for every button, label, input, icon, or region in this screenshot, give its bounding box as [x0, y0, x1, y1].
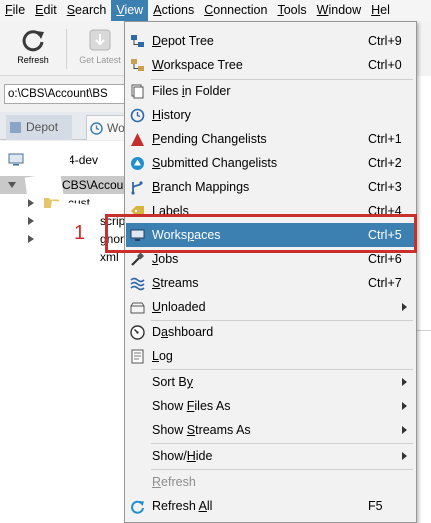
branch-mappings-icon — [131, 181, 143, 195]
step-number-label: 1 — [74, 222, 86, 244]
collapse-arrow-icon[interactable] — [28, 199, 34, 207]
expand-arrow-icon[interactable] — [8, 182, 16, 188]
annotation-highlight-box — [105, 214, 417, 253]
redaction — [44, 147, 70, 171]
menu-item-branch-mappings[interactable]: Branch Mappings Ctrl+3 — [126, 175, 415, 199]
submenu-arrow-icon — [402, 452, 407, 460]
workspace-tab-icon — [90, 122, 103, 135]
menu-actions[interactable]: Actions — [148, 0, 199, 21]
menu-tools[interactable]: Tools — [272, 0, 311, 21]
toolbar-separator — [66, 29, 67, 69]
refresh-all-icon — [131, 500, 144, 514]
depot-tree-icon — [131, 35, 144, 47]
collapse-arrow-icon[interactable] — [28, 235, 34, 243]
submenu-arrow-icon — [402, 378, 407, 386]
submitted-changelists-icon — [131, 157, 144, 170]
menu-item-submitted-changelists[interactable]: Submitted Changelists Ctrl+2 — [126, 151, 415, 175]
menu-window[interactable]: Window — [312, 0, 366, 21]
menu-item-workspace-tree[interactable]: Workspace Tree Ctrl+0 — [126, 53, 415, 77]
menu-item-streams[interactable]: Streams Ctrl+7 — [126, 271, 415, 295]
menu-item-show-files-as[interactable]: Show Files As — [126, 394, 415, 418]
depot-tab-icon — [10, 122, 21, 133]
tree-tabs: Depot Wo — [0, 112, 130, 140]
menu-file[interactable]: File — [0, 0, 30, 21]
menu-item-depot-tree[interactable]: Depot Tree Ctrl+9 — [126, 29, 415, 53]
collapse-arrow-icon[interactable] — [28, 217, 34, 225]
workspace-icon — [8, 153, 24, 166]
workspace-tree-icon — [131, 59, 144, 71]
files-in-folder-icon — [131, 84, 144, 99]
menu-item-refresh-all[interactable]: Refresh All F5 — [126, 494, 415, 518]
menu-search[interactable]: Search — [62, 0, 112, 21]
view-menu-dropdown: Depot Tree Ctrl+9 Workspace Tree Ctrl+0 … — [124, 21, 417, 523]
menu-item-dashboard[interactable]: Dashboard — [126, 320, 415, 344]
menu-item-history[interactable]: History — [126, 103, 415, 127]
refresh-button[interactable]: Refresh — [3, 25, 63, 73]
pending-changelists-icon — [131, 133, 144, 146]
submenu-arrow-icon — [402, 426, 407, 434]
menu-bar: File Edit Search View Actions Connection… — [0, 0, 431, 21]
dashboard-icon — [130, 325, 145, 340]
menu-view[interactable]: View — [111, 0, 149, 21]
log-icon — [131, 349, 144, 364]
unloaded-icon — [130, 302, 145, 314]
submenu-arrow-icon — [402, 303, 407, 311]
menu-item-unloaded[interactable]: Unloaded — [126, 295, 415, 319]
menu-connection[interactable]: Connection — [199, 0, 272, 21]
menu-edit[interactable]: Edit — [30, 0, 62, 21]
get-latest-icon — [89, 29, 111, 51]
path-input[interactable]: o:\CBS\Account\BS — [4, 84, 126, 104]
refresh-icon — [22, 30, 44, 52]
menu-help[interactable]: Hel — [366, 0, 395, 21]
menu-item-log[interactable]: Log — [126, 344, 415, 368]
history-icon — [130, 108, 145, 123]
workspace-tree: 1004-dev CBS\Accou cust scrip gnor xml — [0, 141, 126, 523]
tab-depot[interactable]: Depot — [6, 115, 72, 140]
jobs-icon — [131, 252, 145, 266]
menu-item-files-in-folder[interactable]: Files in Folder — [126, 79, 415, 103]
menu-item-show-streams-as[interactable]: Show Streams As — [126, 418, 415, 442]
menu-item-pending-changelists[interactable]: Pending Changelists Ctrl+1 — [126, 127, 415, 151]
menu-item-sort-by[interactable]: Sort By — [126, 370, 415, 394]
menu-item-refresh: Refresh — [152, 475, 196, 489]
streams-icon — [130, 277, 145, 291]
menu-item-show-hide[interactable]: Show/Hide — [126, 444, 415, 468]
submenu-arrow-icon — [402, 402, 407, 410]
get-latest-button[interactable]: Get Latest — [70, 25, 130, 73]
